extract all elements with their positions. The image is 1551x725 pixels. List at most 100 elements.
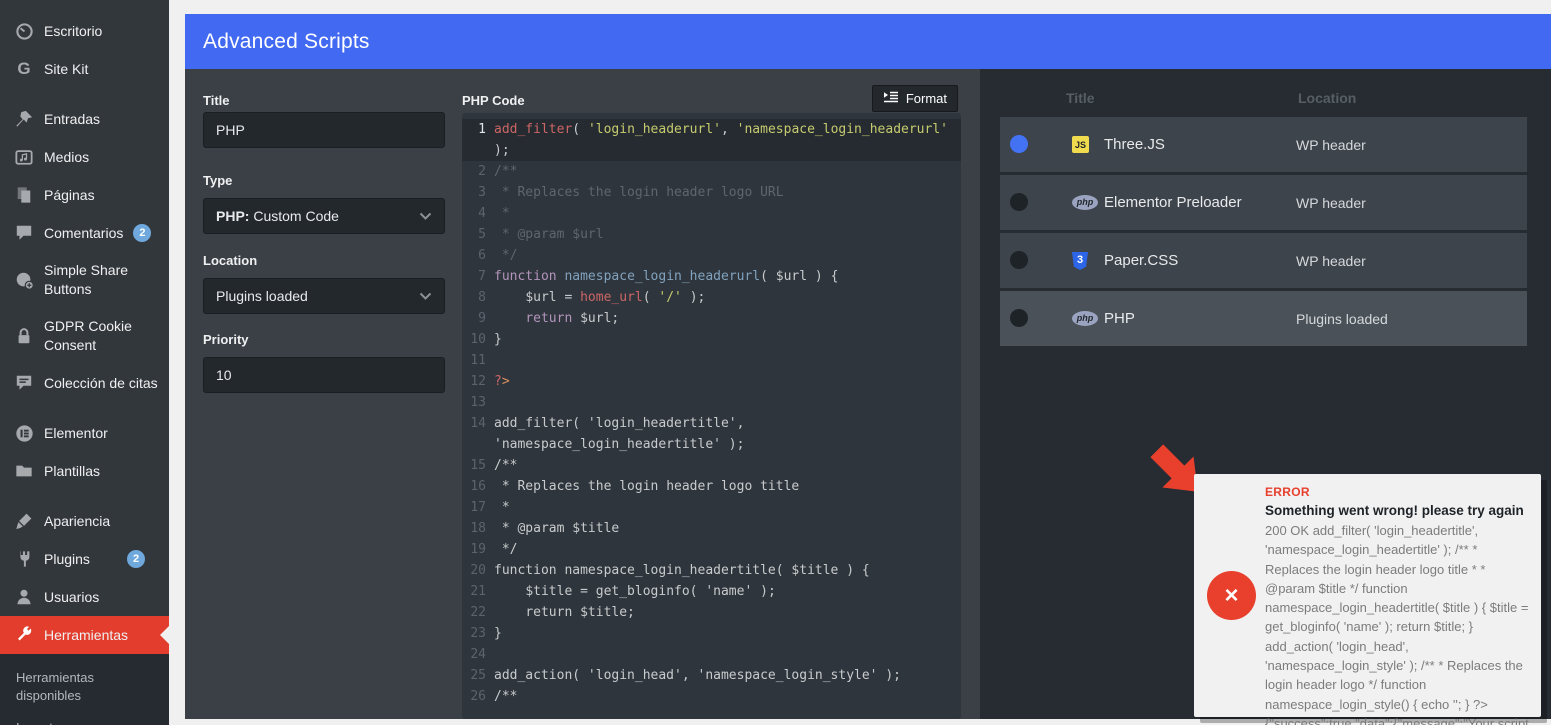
code-line: 19 */	[462, 539, 961, 560]
sidebar-item-simple-share-buttons[interactable]: Simple Share Buttons	[0, 252, 169, 308]
priority-input[interactable]	[203, 357, 445, 393]
enable-toggle[interactable]	[1010, 135, 1028, 153]
sidebar-item-label: Usuarios	[44, 588, 159, 607]
sidebar-item-escritorio[interactable]: Escritorio	[0, 12, 169, 50]
code-line: 17 *	[462, 497, 961, 518]
line-number: 17	[462, 497, 494, 518]
script-row-three-js[interactable]: JSThree.JSWP header	[1000, 117, 1527, 172]
sidebar-item-apariencia[interactable]: Apariencia	[0, 502, 169, 540]
line-number: 4	[462, 203, 494, 224]
folder-icon	[14, 461, 34, 481]
code-line: 24	[462, 644, 961, 665]
line-number: 6	[462, 245, 494, 266]
line-number: 12	[462, 371, 494, 392]
code-line: 23}	[462, 623, 961, 644]
script-title: Elementor Preloader	[1104, 194, 1242, 211]
js-icon: JS	[1072, 136, 1098, 153]
line-number: 1	[462, 119, 494, 161]
share-icon	[14, 270, 34, 290]
sidebar-item-usuarios[interactable]: Usuarios	[0, 578, 169, 616]
script-location: WP header	[1296, 137, 1366, 153]
line-number: 13	[462, 392, 494, 413]
line-number: 22	[462, 602, 494, 623]
count-badge: 2	[127, 550, 145, 568]
code-line: 2/**	[462, 161, 961, 182]
sidebar-item-label: Medios	[44, 148, 159, 167]
error-popup: × ERROR Something went wrong! please try…	[1194, 474, 1541, 717]
sidebar-item-plantillas[interactable]: Plantillas	[0, 452, 169, 490]
error-popup-body: 200 OK add_filter( 'login_headertitle', …	[1265, 521, 1531, 725]
submenu-item-herramientas-disponibles[interactable]: Herramientas disponibles	[0, 662, 169, 712]
column-header-title: Title	[1066, 90, 1095, 106]
title-input[interactable]	[203, 112, 445, 148]
sidebar-item-label: Entradas	[44, 110, 159, 129]
code-line: 15/**	[462, 455, 961, 476]
menu-separator	[0, 402, 169, 414]
script-row-php[interactable]: phpPHPPlugins loaded	[1000, 291, 1527, 346]
line-number: 15	[462, 455, 494, 476]
chevron-down-icon	[419, 288, 432, 304]
sidebar-item-p-ginas[interactable]: Páginas	[0, 176, 169, 214]
sidebar-item-label: Escritorio	[44, 22, 159, 41]
location-select[interactable]: Plugins loaded	[203, 278, 445, 314]
line-number: 2	[462, 161, 494, 182]
script-edit-panel: Title Type PHP: Custom Code Location Plu…	[185, 69, 980, 719]
comments-icon	[14, 223, 34, 243]
sidebar-item-site-kit[interactable]: GSite Kit	[0, 50, 169, 88]
enable-toggle[interactable]	[1010, 309, 1028, 327]
script-row-elementor-preloader[interactable]: phpElementor PreloaderWP header	[1000, 175, 1527, 230]
sidebar-item-label: Colección de citas	[44, 374, 159, 393]
line-number: 9	[462, 308, 494, 329]
css-icon: 3	[1072, 252, 1098, 270]
type-value-prefix: PHP:	[216, 208, 249, 224]
line-content	[494, 392, 961, 413]
code-line: 21 $title = get_bloginfo( 'name' );	[462, 581, 961, 602]
type-label: Type	[203, 173, 232, 188]
line-number: 20	[462, 560, 494, 581]
plugins-icon	[14, 549, 34, 569]
script-row-paper-css[interactable]: 3Paper.CSSWP header	[1000, 233, 1527, 288]
line-number: 18	[462, 518, 494, 539]
sitekit-icon: G	[14, 59, 34, 79]
line-content: add_action( 'login_head', 'namespace_log…	[494, 665, 961, 686]
page-title: Advanced Scripts	[203, 30, 370, 54]
script-location: WP header	[1296, 195, 1366, 211]
sidebar-item-label: Plugins	[44, 550, 117, 569]
submenu-item-importar[interactable]: Importar	[0, 712, 169, 725]
type-select[interactable]: PHP: Custom Code	[203, 198, 445, 234]
sidebar-item-medios[interactable]: Medios	[0, 138, 169, 176]
line-content: /**	[494, 455, 961, 476]
line-number: 3	[462, 182, 494, 203]
code-line: 18 * @param $title	[462, 518, 961, 539]
enable-toggle[interactable]	[1010, 193, 1028, 211]
code-line: 9 return $url;	[462, 308, 961, 329]
sidebar-item-colecci-n-de-citas[interactable]: Colección de citas	[0, 364, 169, 402]
code-line: 4 *	[462, 203, 961, 224]
code-line: 16 * Replaces the login header logo titl…	[462, 476, 961, 497]
media-icon	[14, 147, 34, 167]
line-content: * Replaces the login header logo title	[494, 476, 961, 497]
line-content	[494, 350, 961, 371]
sidebar-item-plugins[interactable]: Plugins 2	[0, 540, 169, 578]
sidebar-item-comentarios[interactable]: Comentarios2	[0, 214, 169, 252]
line-content: *	[494, 203, 961, 224]
sidebar-item-herramientas[interactable]: Herramientas	[0, 616, 169, 654]
sidebar-item-gdpr-cookie-consent[interactable]: GDPR Cookie Consent	[0, 308, 169, 364]
line-content: $url = home_url( '/' );	[494, 287, 961, 308]
php-code-editor[interactable]: 1add_filter( 'login_headerurl', 'namespa…	[462, 113, 961, 719]
sidebar-item-label: Simple Share Buttons	[44, 261, 159, 299]
code-line: 3 * Replaces the login header logo URL	[462, 182, 961, 203]
sidebar-item-elementor[interactable]: Elementor	[0, 414, 169, 452]
code-line: 26/**	[462, 686, 961, 707]
title-label: Title	[203, 93, 230, 108]
sidebar-item-entradas[interactable]: Entradas	[0, 100, 169, 138]
line-number: 10	[462, 329, 494, 350]
enable-toggle[interactable]	[1010, 251, 1028, 269]
error-close-icon[interactable]: ×	[1207, 571, 1256, 620]
line-content: }	[494, 623, 961, 644]
lock-icon	[14, 326, 34, 346]
line-content: add_filter( 'login_headerurl', 'namespac…	[494, 119, 961, 161]
chevron-down-icon	[419, 208, 432, 224]
line-content: */	[494, 539, 961, 560]
format-button[interactable]: Format	[872, 85, 958, 112]
